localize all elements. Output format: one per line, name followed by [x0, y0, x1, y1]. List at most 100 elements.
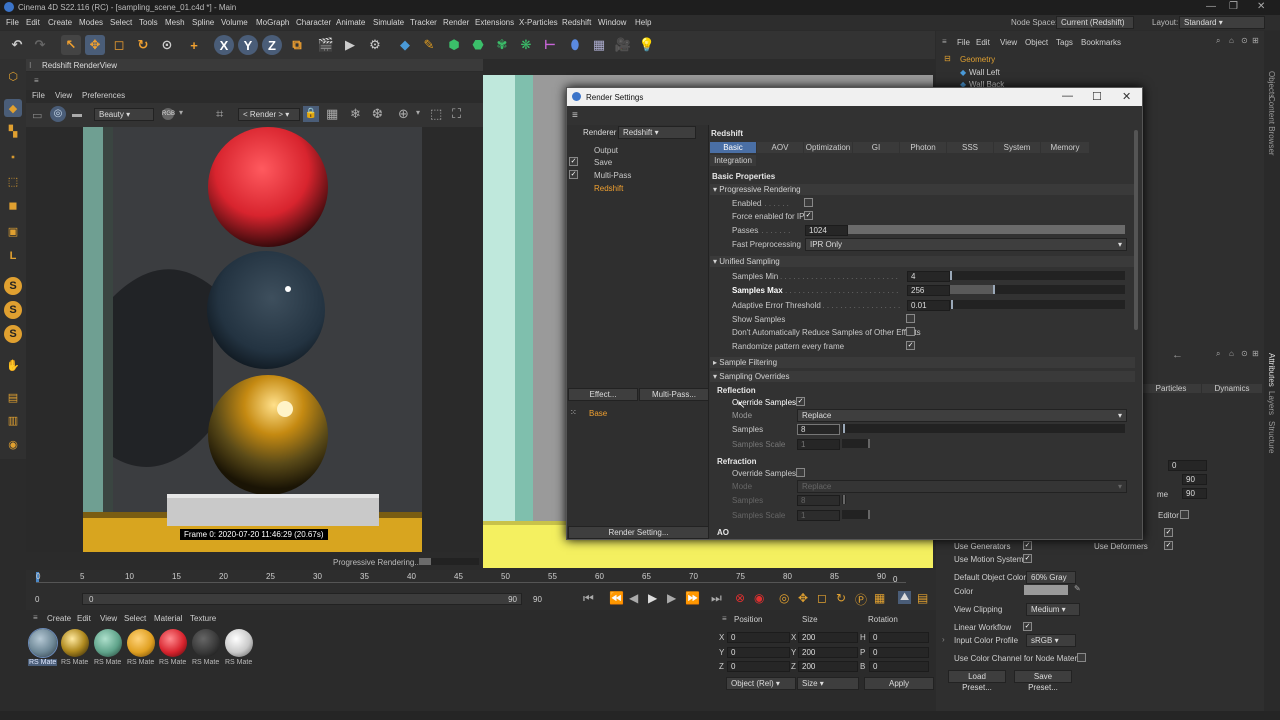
view-clipping-dropdown[interactable]: Medium ▾ [1026, 603, 1080, 616]
grid-icon[interactable]: ▤ [4, 388, 22, 406]
multi-pass-button[interactable]: Multi-Pass... [639, 388, 709, 401]
recent-tools-icon[interactable]: ⊙ [157, 35, 177, 55]
dialog-minimize-icon[interactable]: — [1062, 90, 1073, 102]
samples-min-slider[interactable] [950, 271, 1125, 280]
quantize-icon[interactable]: S [4, 325, 22, 343]
scale-tool-icon[interactable]: ◻ [109, 35, 129, 55]
refraction-scale-slider[interactable] [842, 510, 870, 519]
tab-memory[interactable]: Memory [1041, 142, 1089, 153]
timeline-end-field[interactable]: 90 [533, 595, 542, 604]
dialog-title-bar[interactable]: Render Settings — ☐ ✕ [567, 88, 1142, 106]
om-menu-view[interactable]: View [1000, 38, 1017, 47]
menu-volume[interactable]: Volume [221, 18, 248, 27]
snap-settings-icon[interactable]: S [4, 301, 22, 319]
tree-item-redshift[interactable]: Redshift [594, 184, 623, 193]
render-setting-button[interactable]: Render Setting... [568, 526, 709, 539]
menu-mesh[interactable]: Mesh [165, 18, 185, 27]
add-tool-icon[interactable]: + [184, 35, 204, 55]
material-swatch[interactable] [159, 629, 187, 657]
next-frame-icon[interactable]: ▶ [667, 591, 676, 605]
chevron-down-icon[interactable]: ▾ [179, 108, 183, 117]
size-y-field[interactable]: 200 [798, 647, 858, 658]
use-motion-checkbox[interactable]: ✓ [1023, 554, 1032, 563]
floor-icon[interactable]: ▦ [589, 35, 609, 55]
unified-sampling-group[interactable]: ▾ Unified Sampling [710, 256, 1135, 267]
tree-multipass-checkbox[interactable]: ✓ [569, 170, 578, 179]
samples-max-slider[interactable] [950, 285, 1125, 294]
om-menu-file[interactable]: File [957, 38, 970, 47]
refraction-override-checkbox[interactable] [796, 468, 805, 477]
previous-frame-icon[interactable]: ◀ [629, 591, 638, 605]
coordinate-system-icon[interactable]: ⧉ [287, 35, 307, 55]
menu-x-particles[interactable]: X-Particles [519, 18, 558, 27]
samples-max-knob[interactable] [993, 285, 995, 294]
extrude-generator-icon[interactable]: ⬣ [468, 35, 488, 55]
pos-z-field[interactable]: 0 [727, 661, 790, 672]
reflection-override-checkbox[interactable]: ✓ [796, 397, 805, 406]
key-position-icon[interactable]: ✥ [798, 591, 808, 605]
material-label[interactable]: RS Mate [61, 659, 88, 666]
attr-checkbox-a[interactable]: ✓ [1164, 528, 1173, 537]
redo-icon[interactable]: ↷ [30, 35, 50, 55]
reflection-samples-field[interactable]: 8 [797, 424, 840, 435]
reflection-samples-knob[interactable] [843, 424, 845, 433]
refraction-samples-slider[interactable] [842, 495, 846, 504]
crop-icon[interactable]: ⌗ [216, 106, 223, 122]
x-axis-icon[interactable]: X [214, 35, 234, 55]
model-mode-icon[interactable]: ◆ [4, 99, 22, 117]
refraction-scale-field[interactable]: 1 [797, 510, 840, 521]
sample-filtering-group[interactable]: ▸ Sample Filtering [710, 357, 1135, 368]
menu-mograph[interactable]: MoGraph [256, 18, 289, 27]
points-mode-icon[interactable]: ⬞ [4, 148, 22, 166]
render-camera-dropdown[interactable]: < Render > ▾ [238, 108, 300, 121]
render-view-tab-title[interactable]: Redshift RenderView [42, 61, 117, 70]
material-swatch[interactable] [28, 628, 58, 658]
camera-icon[interactable]: 🎥 [613, 35, 633, 55]
attr-search-icon[interactable]: ⌕ [1216, 349, 1220, 359]
adaptive-error-knob[interactable] [951, 300, 953, 309]
attr-tab-particles[interactable]: Particles [1141, 384, 1201, 393]
om-menu-tags[interactable]: Tags [1056, 38, 1073, 47]
tab-optimization[interactable]: Optimization [804, 142, 852, 153]
menu-character[interactable]: Character [296, 18, 331, 27]
dont-reduce-checkbox[interactable] [906, 327, 915, 336]
material-label[interactable]: RS Mate [192, 659, 219, 666]
subdivision-icon[interactable]: ⬢ [444, 35, 464, 55]
workplane-icon[interactable]: ✋ [4, 356, 22, 374]
material-label[interactable]: RS Mate [159, 659, 186, 666]
attr-new-window-icon[interactable]: ⊞ [1252, 349, 1259, 358]
randomize-checkbox[interactable]: ✓ [906, 341, 915, 350]
attr-value-field-1[interactable]: 0 [1168, 460, 1207, 471]
force-ipr-checkbox[interactable]: ✓ [804, 211, 813, 220]
attr-value-field-3[interactable]: 90 [1182, 488, 1207, 499]
renderer-dropdown[interactable]: Redshift ▾ [618, 126, 696, 139]
cloner-icon[interactable]: ✾ [492, 35, 512, 55]
start-render-icon[interactable]: ◎ [50, 106, 66, 122]
frame-range-slider[interactable]: 0 90 [82, 593, 522, 605]
reflection-scale-field[interactable]: 1 [797, 439, 840, 450]
previous-key-icon[interactable]: ⏪ [609, 591, 624, 605]
mat-menu-material[interactable]: Material [154, 614, 182, 623]
progressive-rendering-group[interactable]: ▾ Progressive Rendering [710, 184, 1135, 195]
dialog-menu-icon[interactable]: ≡ [572, 110, 578, 121]
material-label[interactable]: RS Mate [28, 659, 58, 666]
layout-dropdown[interactable]: Standard ▾ [1179, 16, 1265, 29]
y-axis-icon[interactable]: Y [238, 35, 258, 55]
uv-mode-icon[interactable]: ▣ [4, 222, 22, 240]
hamburger-icon[interactable]: ≡ [34, 76, 39, 85]
go-to-end-icon[interactable]: ⏭ [711, 591, 722, 606]
menu-modes[interactable]: Modes [79, 18, 103, 27]
timeline-start-field[interactable]: 0 [35, 595, 39, 604]
menu-help[interactable]: Help [635, 18, 651, 27]
rotate-tool-icon[interactable]: ↻ [133, 35, 153, 55]
menu-extensions[interactable]: Extensions [475, 18, 514, 27]
key-rotation-icon[interactable]: ↻ [836, 591, 846, 605]
linear-workflow-checkbox[interactable]: ✓ [1023, 622, 1032, 631]
attr-tab-dynamics[interactable]: Dynamics [1202, 384, 1262, 393]
om-menu-icon[interactable]: ≡ [942, 37, 947, 46]
passes-slider[interactable] [848, 225, 1125, 234]
om-pin-icon[interactable]: ⊙ [1241, 36, 1248, 45]
record-icon[interactable]: ⊗ [735, 591, 745, 605]
menu-animate[interactable]: Animate [336, 18, 365, 27]
snowflake-settings-icon[interactable]: ❆ [372, 106, 383, 122]
